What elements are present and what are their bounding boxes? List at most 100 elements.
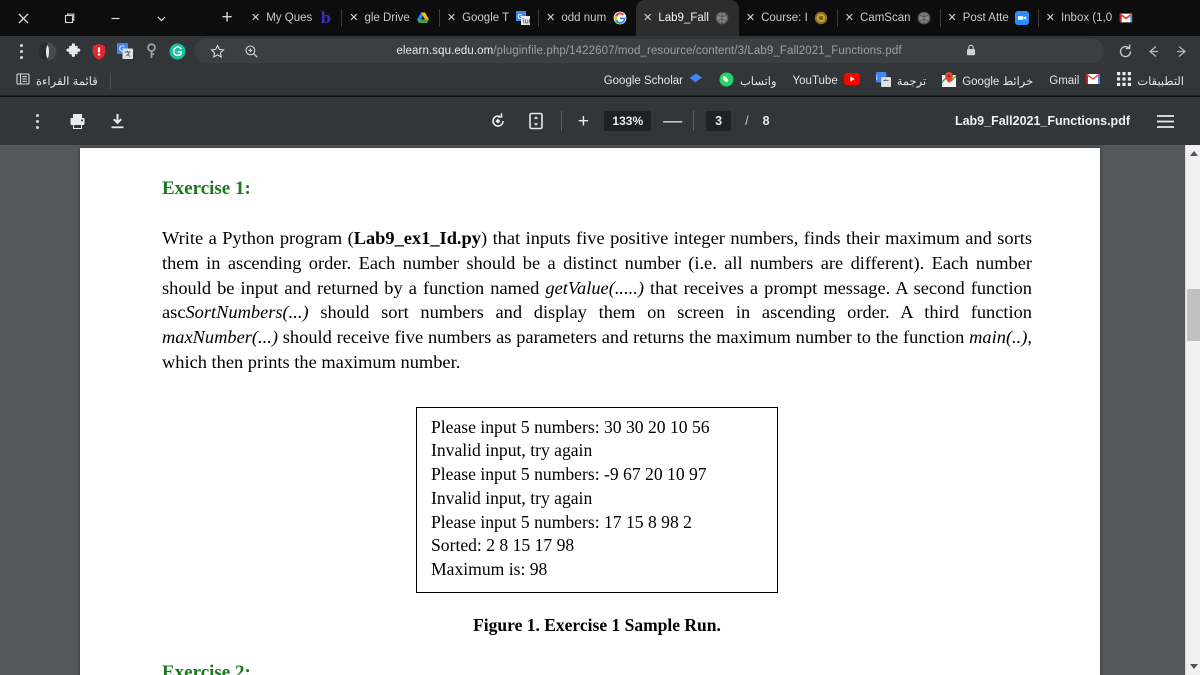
adblock-shield-icon[interactable] <box>86 38 112 64</box>
tab-odd-numbers[interactable]: ✕ odd num <box>539 0 636 36</box>
window-controls <box>0 0 184 36</box>
rotate-icon[interactable] <box>485 108 511 134</box>
figure-caption: Figure 1. Exercise 1 Sample Run. <box>473 614 721 635</box>
tab-label: My Ques <box>266 12 313 24</box>
gmail-icon <box>1085 73 1101 88</box>
bookmark-gmail[interactable]: Gmail <box>1041 70 1109 92</box>
bookmarks-bar: قائمة القراءة Google Scholar واتساب YouT… <box>0 66 1200 96</box>
bookmark-translate[interactable]: ترجمة G <box>868 70 934 92</box>
bookmark-youtube[interactable]: YouTube <box>785 70 868 92</box>
bookmark-label: قائمة القراءة <box>36 75 98 88</box>
profile-avatar-icon[interactable] <box>34 38 60 64</box>
tab-my-questions[interactable]: ✕ My Ques b <box>244 0 343 36</box>
url-host: elearn.squ.edu.om <box>396 45 494 57</box>
bookmark-label: واتساب <box>739 75 777 88</box>
extensions-puzzle-icon[interactable] <box>60 38 86 64</box>
tab-label: Post Atte <box>962 12 1009 24</box>
scrollbar-thumb[interactable] <box>1187 289 1200 341</box>
google-translate-icon: G <box>872 71 891 90</box>
squ-icon <box>814 11 829 26</box>
window-minimize-button[interactable] <box>92 0 138 36</box>
pdf-page: Exercise 1: Write a Python program (Lab9… <box>80 148 1100 675</box>
close-icon[interactable]: ✕ <box>845 12 854 24</box>
vertical-scrollbar[interactable] <box>1185 145 1200 675</box>
current-page-input[interactable]: 3 <box>706 111 732 131</box>
browser-menu-icon[interactable] <box>8 38 34 64</box>
sample-run-line: Please input 5 numbers: 30 30 20 10 56 <box>431 416 710 437</box>
exercise1-paragraph: Write a Python program (Lab9_ex1_Id.py) … <box>162 226 1032 375</box>
zoom-level-value[interactable]: 133% <box>604 111 652 131</box>
hamburger-menu-icon[interactable] <box>1152 108 1178 134</box>
password-key-icon[interactable] <box>138 38 164 64</box>
whatsapp-icon <box>719 72 734 90</box>
reload-icon[interactable] <box>1112 38 1138 64</box>
forward-arrow-icon[interactable] <box>1168 38 1194 64</box>
sample-run-box: Please input 5 numbers: 30 30 20 10 56 I… <box>416 406 778 593</box>
download-icon[interactable] <box>104 108 130 134</box>
para-part-1: Write a Python program ( <box>162 228 354 248</box>
tab-post-attendance[interactable]: ✕ Post Atte <box>941 0 1039 36</box>
close-icon[interactable]: ✕ <box>447 12 456 24</box>
document-title: Lab9_Fall2021_Functions.pdf <box>954 114 1130 128</box>
google-drive-icon <box>416 11 431 26</box>
address-bar[interactable]: elearn.squ.edu.om/pluginfile.php/1422607… <box>194 39 1104 63</box>
gmail-icon <box>1118 11 1133 26</box>
fit-to-page-icon[interactable] <box>523 108 549 134</box>
svg-text:\u6587: \u6587 <box>522 19 530 26</box>
tab-label: Lab9_Fall <box>658 12 709 24</box>
scroll-up-arrow-icon[interactable] <box>1186 145 1200 162</box>
close-icon[interactable]: ✕ <box>546 12 555 24</box>
tab-label: CamScan <box>860 12 911 24</box>
bookmark-label: Google Scholar <box>603 74 683 87</box>
close-icon[interactable]: ✕ <box>746 12 755 24</box>
google-translate-icon: G\u6587 <box>515 11 530 26</box>
close-icon[interactable]: ✕ <box>1046 12 1055 24</box>
bookmark-label: Gmail <box>1049 74 1080 87</box>
tab-camscanner[interactable]: ✕ CamScan <box>838 0 941 36</box>
total-pages: 8 <box>762 114 770 128</box>
bookmark-label: خرائط Google <box>962 75 1034 88</box>
tab-course[interactable]: ✕ Course: I <box>739 0 838 36</box>
sample-run-line: Invalid input, try again <box>431 440 593 461</box>
bookmark-whatsapp[interactable]: واتساب <box>711 70 785 92</box>
pdf-viewer[interactable]: Exercise 1: Write a Python program (Lab9… <box>0 145 1185 675</box>
tab-search-button[interactable] <box>138 0 184 36</box>
pdf-toolbar-right: Lab9_Fall2021_Functions.pdf <box>955 108 1200 134</box>
zoom-out-button[interactable]: — <box>663 112 682 131</box>
scroll-down-arrow-icon[interactable] <box>1186 658 1200 675</box>
zoom-in-button[interactable]: + <box>574 112 592 131</box>
window-restore-button[interactable] <box>46 0 92 36</box>
tab-list: ✕ My Ques b ✕ gle Drive ✕ Google T G\u65… <box>244 0 1200 36</box>
tab-lab9-fall-active[interactable]: ✕ Lab9_Fall <box>636 0 739 36</box>
close-icon[interactable]: ✕ <box>948 12 957 24</box>
divider <box>561 111 563 131</box>
window-close-button[interactable] <box>0 0 46 36</box>
bookmark-google-scholar[interactable]: Google Scholar <box>596 70 711 92</box>
bookmarks-left: قائمة القراءة <box>8 70 115 92</box>
more-options-icon[interactable] <box>24 108 50 134</box>
sample-run-line: Please input 5 numbers: -9 67 20 10 97 <box>431 464 707 484</box>
google-translate-icon[interactable]: G <box>112 38 138 64</box>
close-icon[interactable]: ✕ <box>643 12 652 24</box>
print-icon[interactable] <box>64 108 90 134</box>
youtube-icon <box>843 73 860 88</box>
bookmark-google-maps[interactable]: خرائط Google <box>934 70 1041 92</box>
filename-bold: Lab9_ex1_Id.py <box>353 228 481 248</box>
close-icon[interactable]: ✕ <box>251 12 260 24</box>
extension-icons: G <box>0 38 190 64</box>
back-arrow-icon[interactable] <box>1140 38 1166 64</box>
divider <box>693 111 695 131</box>
tab-inbox-gmail[interactable]: ✕ Inbox (1,0 <box>1039 0 1142 36</box>
lock-icon <box>966 44 976 59</box>
browser-window: + ✕ My Ques b ✕ gle Drive ✕ Google T G \… <box>0 0 1200 675</box>
close-icon[interactable]: ✕ <box>349 12 358 24</box>
zoom-icon <box>1015 11 1030 26</box>
new-tab-button[interactable]: + <box>210 0 244 36</box>
sample-run-line: Sorted: 2 8 15 17 98 <box>431 535 575 556</box>
tab-label: odd num <box>561 12 607 24</box>
bookmark-reading-list[interactable]: قائمة القراءة <box>8 70 106 92</box>
tab-google-drive[interactable]: ✕ gle Drive <box>342 0 440 36</box>
tab-google-translate[interactable]: ✕ Google T G\u6587 <box>440 0 540 36</box>
bookmark-apps[interactable]: التطبيقات <box>1109 70 1192 92</box>
grammarly-icon[interactable] <box>164 38 190 64</box>
